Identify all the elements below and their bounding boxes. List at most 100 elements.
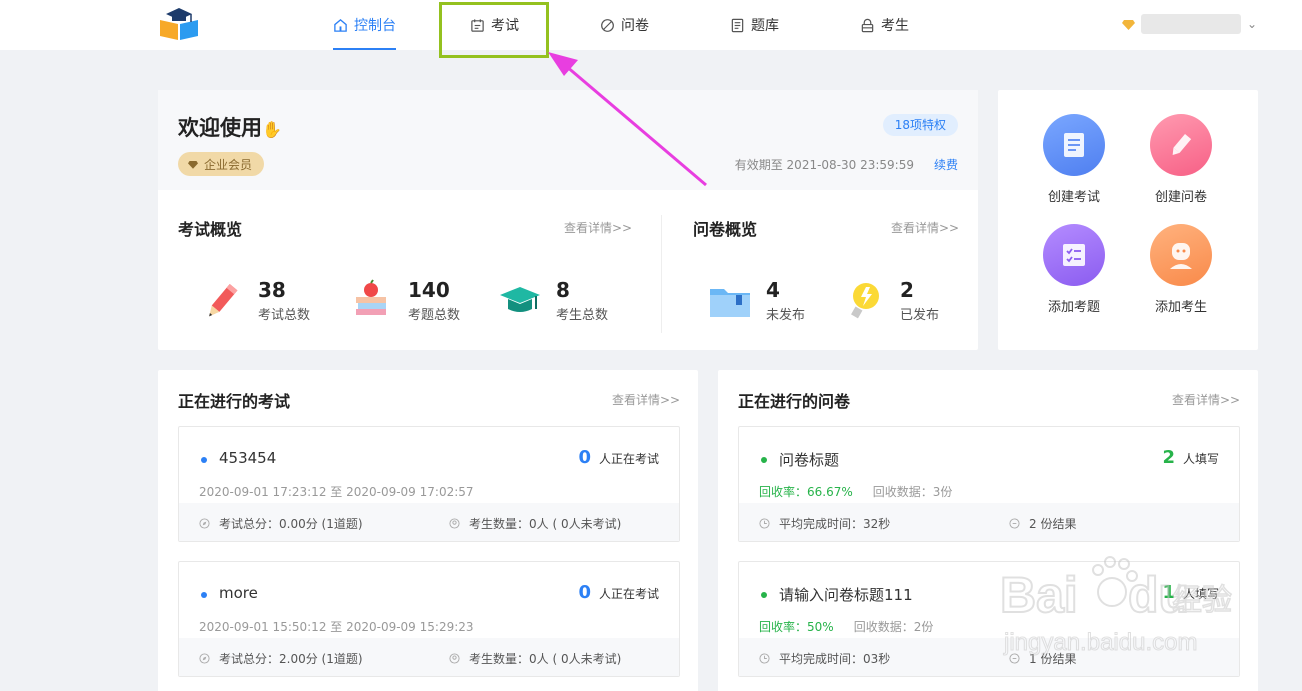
status-dot — [761, 457, 767, 463]
status-dot — [761, 592, 767, 598]
stat-label: 已发布 — [900, 308, 940, 323]
privilege-badge[interactable]: 18项特权 — [882, 114, 958, 136]
user-circle-icon — [449, 518, 460, 529]
exam-time-range: 2020-09-01 17:23:12 至 2020-09-09 17:02:5… — [199, 485, 474, 499]
leaf-icon — [601, 18, 614, 32]
nav-dashboard[interactable]: 控制台 — [333, 0, 396, 50]
survey-name[interactable]: 问卷标题 — [779, 449, 839, 470]
exam-examinees: 考生数量：0人 ( 0人未考试) — [469, 517, 622, 531]
survey-card[interactable]: 问卷标题 2 人填写 回收率：66.67% 回收数据：3份 平均完成时间：32秒 2… — [738, 426, 1240, 542]
baidu-watermark-icon: Bai du 经验 jingyan.baidu.com — [1000, 556, 1233, 657]
books-apple-icon — [356, 278, 386, 315]
exam-card[interactable]: more 0 人正在考试 2020-09-01 15:50:12 至 2020-0… — [178, 561, 680, 677]
exam-name[interactable]: more — [219, 584, 258, 602]
exam-active-count: 0 人正在考试 — [578, 447, 659, 468]
count-number: 0 — [578, 447, 591, 468]
welcome-card: 欢迎使用✋ 企业会员 18项特权 有效期至 2021-08-30 23:59:5… — [158, 90, 978, 350]
nav-label: 问卷 — [621, 18, 649, 34]
quick-action-label: 创建问卷 — [1154, 190, 1207, 205]
quick-action-label: 添加考生 — [1154, 300, 1207, 315]
exam-score: 考试总分：0.00分 (1道题) — [219, 517, 363, 531]
quick-action-label: 创建考试 — [1047, 190, 1100, 205]
waving-hand-icon: ✋ — [262, 120, 282, 139]
welcome-title: 欢迎使用✋ — [178, 112, 282, 142]
survey-overview-title: 问卷概览 — [693, 220, 758, 239]
stat-label: 考试总数 — [258, 308, 311, 323]
compass-icon — [199, 518, 210, 529]
status-dot — [201, 592, 207, 598]
bulb-icon — [851, 282, 879, 318]
quick-action-label: 添加考题 — [1047, 300, 1100, 315]
create-exam-button[interactable]: 创建考试 — [1024, 114, 1124, 205]
stat-examinee-total: 8 考生总数 — [498, 278, 608, 323]
nav-label: 考生 — [881, 18, 909, 34]
clock-icon — [759, 653, 770, 664]
nav-survey[interactable]: 问卷 — [600, 0, 649, 50]
recovery-data: 回收数据：2份 — [853, 620, 934, 634]
stat-number: 38 — [258, 278, 286, 302]
stat-unpublished: 4 未发布 — [708, 278, 805, 323]
ongoing-exams-panel: 正在进行的考试 查看详情>> 453454 0 人正在考试 2020-09-01 … — [158, 370, 698, 691]
nav-label: 控制台 — [354, 18, 396, 34]
exam-card-footer: 考试总分：2.00分 (1道题) 考生数量：0人 ( 0人未考试) — [179, 638, 679, 676]
top-navbar: 控制台 考试 问卷 题库 考生 ⌄ — [0, 0, 1302, 50]
person-icon — [1150, 224, 1212, 286]
survey-stats-line: 回收率：66.67% 回收数据：3份 — [759, 483, 952, 500]
avg-completion-time: 平均完成时间：32秒 — [779, 517, 891, 531]
result-count: 2 份结果 — [1029, 517, 1077, 531]
stat-number: 4 — [766, 278, 780, 302]
nav-question-bank[interactable]: 题库 — [730, 0, 779, 50]
exam-score: 考试总分：2.00分 (1道题) — [219, 652, 363, 666]
nav-label: 题库 — [751, 18, 779, 34]
pen-icon — [1150, 114, 1212, 176]
exam-card[interactable]: 453454 0 人正在考试 2020-09-01 17:23:12 至 2020… — [178, 426, 680, 542]
expire-date: 有效期至 2021-08-30 23:59:59 — [734, 158, 914, 172]
chevron-down-icon: ⌄ — [1247, 17, 1258, 31]
stat-number: 8 — [556, 278, 570, 302]
checklist-icon — [1043, 224, 1105, 286]
survey-overview-more-link[interactable]: 查看详情>> — [891, 219, 959, 236]
diamond-icon — [188, 160, 198, 169]
count-label: 人正在考试 — [598, 587, 659, 601]
divider — [661, 215, 662, 333]
home-icon — [334, 18, 347, 32]
user-circle-icon — [449, 653, 460, 664]
ongoing-exams-title: 正在进行的考试 — [178, 392, 291, 411]
count-number: 0 — [578, 582, 591, 603]
survey-fill-count: 2 人填写 — [1162, 447, 1219, 468]
book-icon — [731, 18, 744, 32]
welcome-title-text: 欢迎使用 — [178, 116, 262, 140]
survey-card-footer: 平均完成时间：32秒 2 份结果 — [739, 503, 1239, 541]
exam-examinees: 考生数量：0人 ( 0人未考试) — [469, 652, 622, 666]
add-question-button[interactable]: 添加考题 — [1024, 224, 1124, 315]
create-survey-button[interactable]: 创建问卷 — [1131, 114, 1231, 205]
quick-actions-card: 创建考试 创建问卷 添加考题 添加考生 — [998, 90, 1258, 350]
stat-label: 考题总数 — [408, 308, 461, 323]
ongoing-surveys-title: 正在进行的问卷 — [738, 392, 851, 411]
member-badge: 企业会员 — [178, 152, 265, 176]
nav-examinee[interactable]: 考生 — [860, 0, 909, 50]
stat-exam-total: 38 考试总数 — [200, 278, 310, 323]
add-examinee-button[interactable]: 添加考生 — [1131, 224, 1231, 315]
exam-overview-more-link[interactable]: 查看详情>> — [564, 219, 632, 236]
exam-card-footer: 考试总分：0.00分 (1道题) 考生数量：0人 ( 0人未考试) — [179, 503, 679, 541]
pencil-icon — [209, 283, 238, 316]
count-label: 人正在考试 — [598, 452, 659, 466]
diamond-icon — [1122, 19, 1135, 30]
username-blurred — [1141, 14, 1241, 34]
user-menu[interactable]: ⌄ — [1122, 14, 1257, 34]
ongoing-surveys-more-link[interactable]: 查看详情>> — [1172, 391, 1240, 408]
survey-stats-line: 回收率：50% 回收数据：2份 — [759, 618, 933, 635]
survey-name[interactable]: 请输入问卷标题111 — [779, 584, 913, 605]
logo-icon[interactable] — [158, 6, 200, 42]
annotation-highlight-box — [439, 2, 549, 58]
stat-number: 2 — [900, 278, 914, 302]
grad-cap-icon — [500, 286, 540, 312]
recovery-rate: 回收率：50% — [759, 620, 834, 634]
exam-active-count: 0 人正在考试 — [578, 582, 659, 603]
ongoing-exams-more-link[interactable]: 查看详情>> — [612, 391, 680, 408]
renew-link[interactable]: 续费 — [934, 156, 958, 173]
exam-name[interactable]: 453454 — [219, 449, 276, 467]
compass-icon — [199, 653, 210, 664]
document-icon — [1043, 114, 1105, 176]
